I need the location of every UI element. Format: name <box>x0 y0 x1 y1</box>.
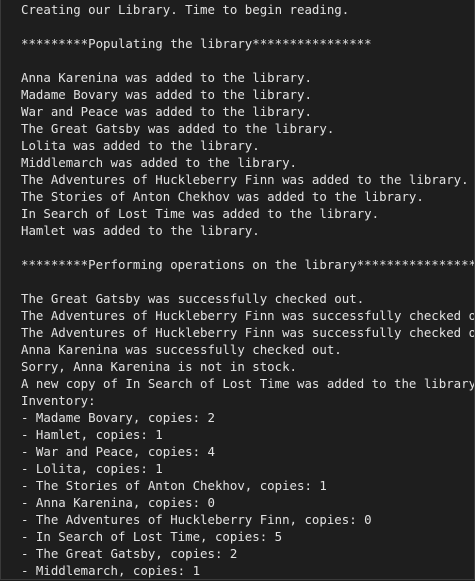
console-line: Lolita was added to the library. <box>21 138 260 153</box>
section-header-operations: *********Performing operations on the li… <box>21 257 475 272</box>
console-line: A new copy of In Search of Lost Time was… <box>21 376 475 391</box>
console-line: Hamlet was added to the library. <box>21 223 260 238</box>
console-line: The Adventures of Huckleberry Finn was a… <box>21 172 469 187</box>
inventory-item: - The Stories of Anton Chekhov, copies: … <box>21 478 327 493</box>
console-lines: Creating our Library. Time to begin read… <box>21 1 475 579</box>
inventory-item: - Middlemarch, copies: 1 <box>21 563 201 578</box>
inventory-item: - In Search of Lost Time, copies: 5 <box>21 529 283 544</box>
inventory-item: - The Adventures of Huckleberry Finn, co… <box>21 512 372 527</box>
inventory-item: - Anna Karenina, copies: 0 <box>21 495 215 510</box>
console-line: In Search of Lost Time was added to the … <box>21 206 380 221</box>
inventory-heading: Inventory: <box>21 393 96 408</box>
console-line: War and Peace was added to the library. <box>21 104 312 119</box>
console-line: Anna Karenina was added to the library. <box>21 70 312 85</box>
console-line: The Adventures of Huckleberry Finn was s… <box>21 308 475 323</box>
console-line: Sorry, Anna Karenina is not in stock. <box>21 359 298 374</box>
inventory-item: - The Great Gatsby, copies: 2 <box>21 546 238 561</box>
console-line: Anna Karenina was successfully checked o… <box>21 342 342 357</box>
console-line: Middlemarch was added to the library. <box>21 155 298 170</box>
section-header-populating: *********Populating the library*********… <box>21 36 372 51</box>
inventory-item: - Madame Bovary, copies: 2 <box>21 410 215 425</box>
inventory-item: - Hamlet, copies: 1 <box>21 427 163 442</box>
console-output-panel[interactable]: Creating our Library. Time to begin read… <box>0 0 475 580</box>
console-line: The Great Gatsby was successfully checke… <box>21 291 365 306</box>
console-line: The Stories of Anton Chekhov was added t… <box>21 189 424 204</box>
inventory-item: - Lolita, copies: 1 <box>21 461 163 476</box>
console-line: Madame Bovary was added to the library. <box>21 87 312 102</box>
console-line: Creating our Library. Time to begin read… <box>21 2 350 17</box>
console-line: The Great Gatsby was added to the librar… <box>21 121 335 136</box>
console-line: The Adventures of Huckleberry Finn was s… <box>21 325 475 340</box>
inventory-item: - War and Peace, copies: 4 <box>21 444 215 459</box>
